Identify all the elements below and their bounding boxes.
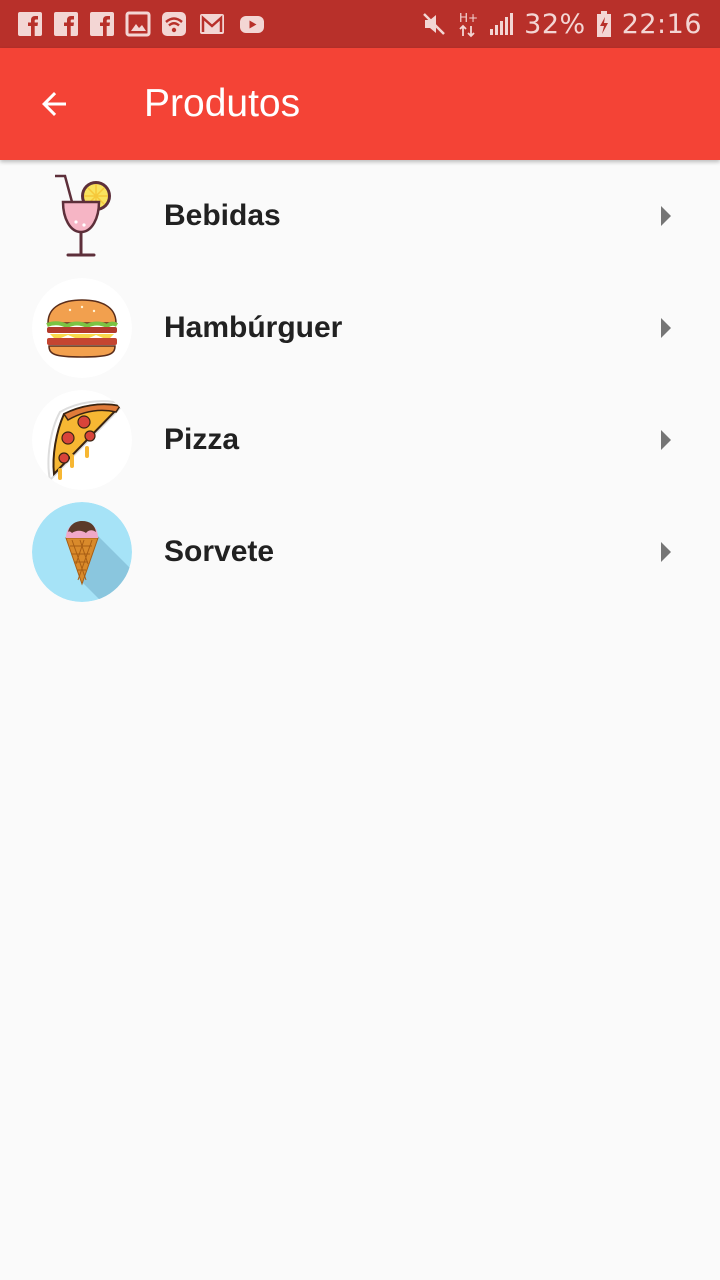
system-status: H+ 32% 22:16: [420, 8, 702, 40]
gmail-icon: [200, 14, 224, 34]
image-icon: [125, 11, 151, 37]
clock: 22:16: [621, 8, 702, 40]
list-item-sorvete[interactable]: Sorvete: [0, 496, 720, 608]
page-title: Produtos: [144, 82, 301, 125]
back-button[interactable]: [22, 72, 86, 136]
chevron-right-icon: [661, 318, 671, 338]
list-item-bebidas[interactable]: Bebidas: [0, 160, 720, 272]
ice-cream-icon: [32, 502, 132, 602]
list-item-label: Sorvete: [164, 535, 275, 568]
list-item-label: Bebidas: [164, 199, 281, 232]
list-item-label: Hambúrguer: [164, 311, 343, 344]
hamburger-icon: [32, 278, 132, 378]
facebook-icon: [18, 12, 42, 36]
chevron-right-icon: [661, 542, 671, 562]
app-bar: Produtos: [0, 48, 720, 160]
status-bar: H+ 32% 22:16: [0, 0, 720, 48]
pizza-icon: [32, 390, 132, 490]
youtube-icon: [240, 16, 264, 33]
battery-percentage: 32%: [524, 8, 586, 40]
list-item-pizza[interactable]: Pizza: [0, 384, 720, 496]
notification-icons: [17, 11, 267, 37]
chevron-right-icon: [661, 430, 671, 450]
battery-charging-icon: [596, 11, 611, 37]
signal-icon: [490, 13, 514, 35]
list-item-label: Pizza: [164, 423, 240, 456]
facebook-icon: [54, 12, 78, 36]
product-list: Bebidas Hambúrguer Pizza Sorvete: [0, 160, 720, 608]
arrow-back-icon: [42, 92, 66, 116]
list-item-hamburguer[interactable]: Hambúrguer: [0, 272, 720, 384]
mute-icon: [423, 13, 446, 35]
facebook-icon: [90, 12, 114, 36]
chevron-right-icon: [661, 206, 671, 226]
svg-text:H+: H+: [459, 11, 478, 25]
drink-icon: [32, 166, 132, 266]
network-hplus-icon: H+: [459, 11, 478, 38]
wifi-icon: [162, 12, 186, 36]
